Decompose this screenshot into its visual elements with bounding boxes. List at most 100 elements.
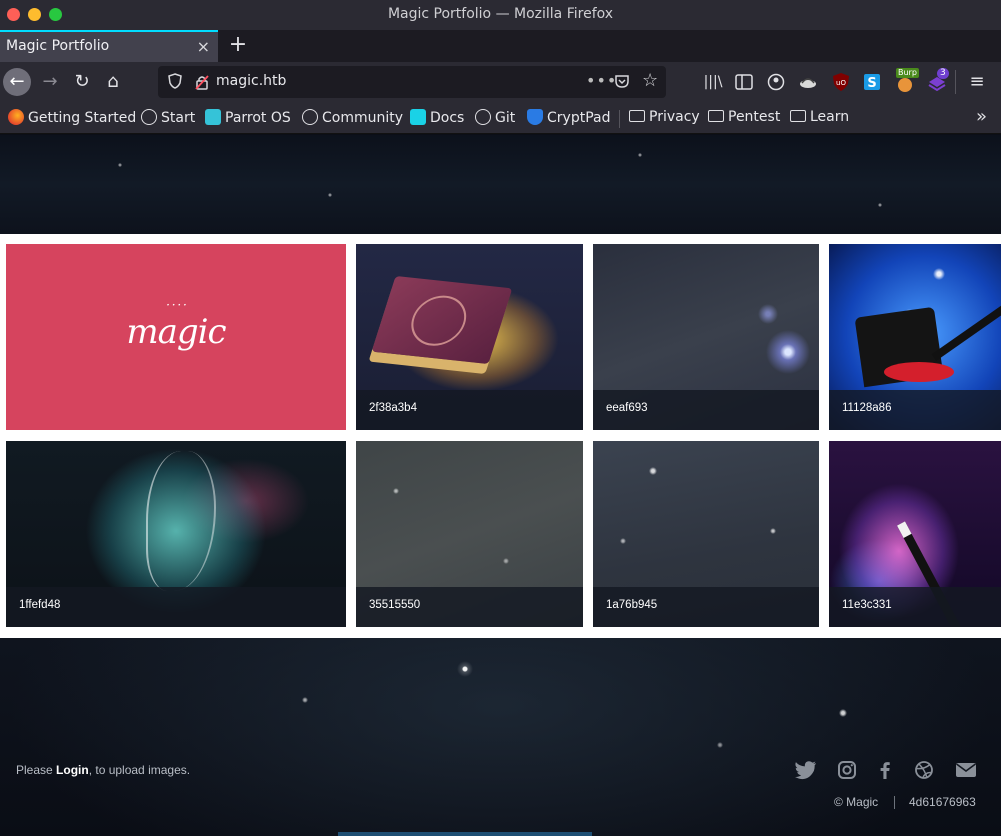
spellbook-picture [371,275,513,365]
caption-text: 35515550 [369,599,421,611]
caption-text: 11128a86 [842,402,892,414]
parrot-icon [205,109,221,125]
new-tab-button[interactable]: + [228,32,248,57]
image-gallery: magic 2f38a3b4 eeaf693 11128a86 1ffefd48… [0,234,1001,638]
facebook-icon[interactable] [874,760,896,780]
scroll-indicator [338,832,592,836]
url-text[interactable]: magic.htb [216,73,286,89]
back-button[interactable]: ← [3,68,31,96]
tab-close-icon[interactable]: × [197,37,210,56]
ublock-origin-icon[interactable]: uO [831,72,851,92]
image-caption: 1a76b945 [593,587,819,627]
pocket-icon[interactable] [614,74,630,89]
insecure-lock-icon[interactable] [194,74,210,90]
tracking-shield-icon[interactable] [168,73,182,89]
image-caption: 11128a86 [829,390,1001,430]
upload-notice-prefix: Please [16,763,57,777]
firefox-icon [8,109,24,125]
globe-icon [141,109,157,125]
bookmark-getting-started[interactable]: Getting Started [8,109,136,126]
toolbar-separator [955,70,956,94]
smoke-picture [146,451,216,591]
caption-text: 1a76b945 [606,599,658,611]
tab-magic-portfolio[interactable]: Magic Portfolio × [0,30,218,62]
caption-text: 1ffefd48 [19,599,61,611]
burp-face-icon [898,78,912,92]
bookmark-label: CryptPad [547,110,611,126]
folder-icon [708,110,724,122]
globe-icon [475,109,491,125]
tab-bar: Magic Portfolio × + [0,30,1001,62]
copyright-text: © Magic [834,795,879,809]
folder-icon [790,110,806,122]
bookmark-community[interactable]: Community [302,109,403,126]
gallery-image[interactable]: 1ffefd48 [6,441,346,627]
foxyproxy-icon[interactable] [798,72,818,92]
stack-extension-icon[interactable]: 3 [927,68,953,94]
twitter-icon[interactable] [795,760,817,780]
bookmark-label: Git [495,110,516,126]
sidebar-icon[interactable] [734,72,754,92]
gallery-image[interactable]: 11e3c331 [829,441,1001,627]
bookmark-cryptpad[interactable]: CryptPad [527,109,610,126]
bookmark-label: Learn [810,109,850,125]
home-button[interactable]: ⌂ [99,68,127,96]
gallery-image[interactable]: 2f38a3b4 [356,244,583,430]
docs-icon [410,109,426,125]
magic-logo: magic [6,298,346,352]
burp-label: Burp [896,68,919,78]
footer-hash: 4d61676963 [909,795,976,809]
window-titlebar: Magic Portfolio — Mozilla Firefox [0,0,1001,30]
account-icon[interactable] [766,72,786,92]
bookmark-label: Pentest [728,109,781,125]
svg-text:uO: uO [836,79,846,87]
bookmark-parrot-os[interactable]: Parrot OS [205,109,291,126]
dribbble-icon[interactable] [913,760,935,780]
url-bar[interactable]: magic.htb ••• ☆ [158,66,666,98]
bookmarks-overflow-icon[interactable]: » [976,106,987,127]
bookmarks-separator [619,110,620,128]
s-extension-icon[interactable]: S [862,72,882,92]
burp-extension-icon[interactable]: Burp [894,68,920,94]
navigation-toolbar: ← → ↻ ⌂ magic.htb ••• ☆ |||\ uO S Burp 3… [0,62,1001,102]
image-caption: 1ffefd48 [6,587,346,627]
bookmark-label: Privacy [649,109,700,125]
svg-text:S: S [867,76,876,91]
menu-icon[interactable]: ≡ [967,72,987,92]
bookmark-start[interactable]: Start [141,109,195,126]
upload-notice: Please Login, to upload images. [16,763,190,777]
envelope-icon[interactable] [955,760,977,780]
footer-separator [894,796,895,809]
bookmark-label: Community [322,110,404,126]
gallery-image[interactable]: 11128a86 [829,244,1001,430]
login-link[interactable]: Login [56,763,89,777]
bookmark-git[interactable]: Git [475,109,515,126]
bookmark-folder-privacy[interactable]: Privacy [629,109,700,125]
gallery-image[interactable]: 1a76b945 [593,441,819,627]
globe-icon [302,109,318,125]
hero-banner [0,135,1001,234]
bookmark-folder-pentest[interactable]: Pentest [708,109,780,125]
instagram-icon[interactable] [836,760,858,780]
magic-logo-card[interactable]: magic [6,244,346,430]
gallery-image[interactable]: eeaf693 [593,244,819,430]
bookmark-star-icon[interactable]: ☆ [642,70,658,91]
page-actions-more-icon[interactable]: ••• [586,71,617,90]
library-icon[interactable]: |||\ [703,72,723,92]
bookmark-folder-learn[interactable]: Learn [790,109,849,125]
gallery-image[interactable]: 35515550 [356,441,583,627]
bookmark-label: Docs [430,110,465,126]
image-caption: 11e3c331 [829,587,1001,627]
reload-button[interactable]: ↻ [68,68,96,96]
hat-band-picture [884,362,954,382]
caption-text: 11e3c331 [842,599,892,611]
bookmark-docs[interactable]: Docs [410,109,464,126]
page-content: magic 2f38a3b4 eeaf693 11128a86 1ffefd48… [0,135,1001,836]
bookmarks-toolbar: Getting Started Start Parrot OS Communit… [0,102,1001,134]
cryptpad-icon [527,109,543,125]
image-caption: 2f38a3b4 [356,390,583,430]
folder-icon [629,110,645,122]
image-caption: eeaf693 [593,390,819,430]
bookmark-label: Start [161,110,196,126]
forward-button[interactable]: → [36,68,64,96]
